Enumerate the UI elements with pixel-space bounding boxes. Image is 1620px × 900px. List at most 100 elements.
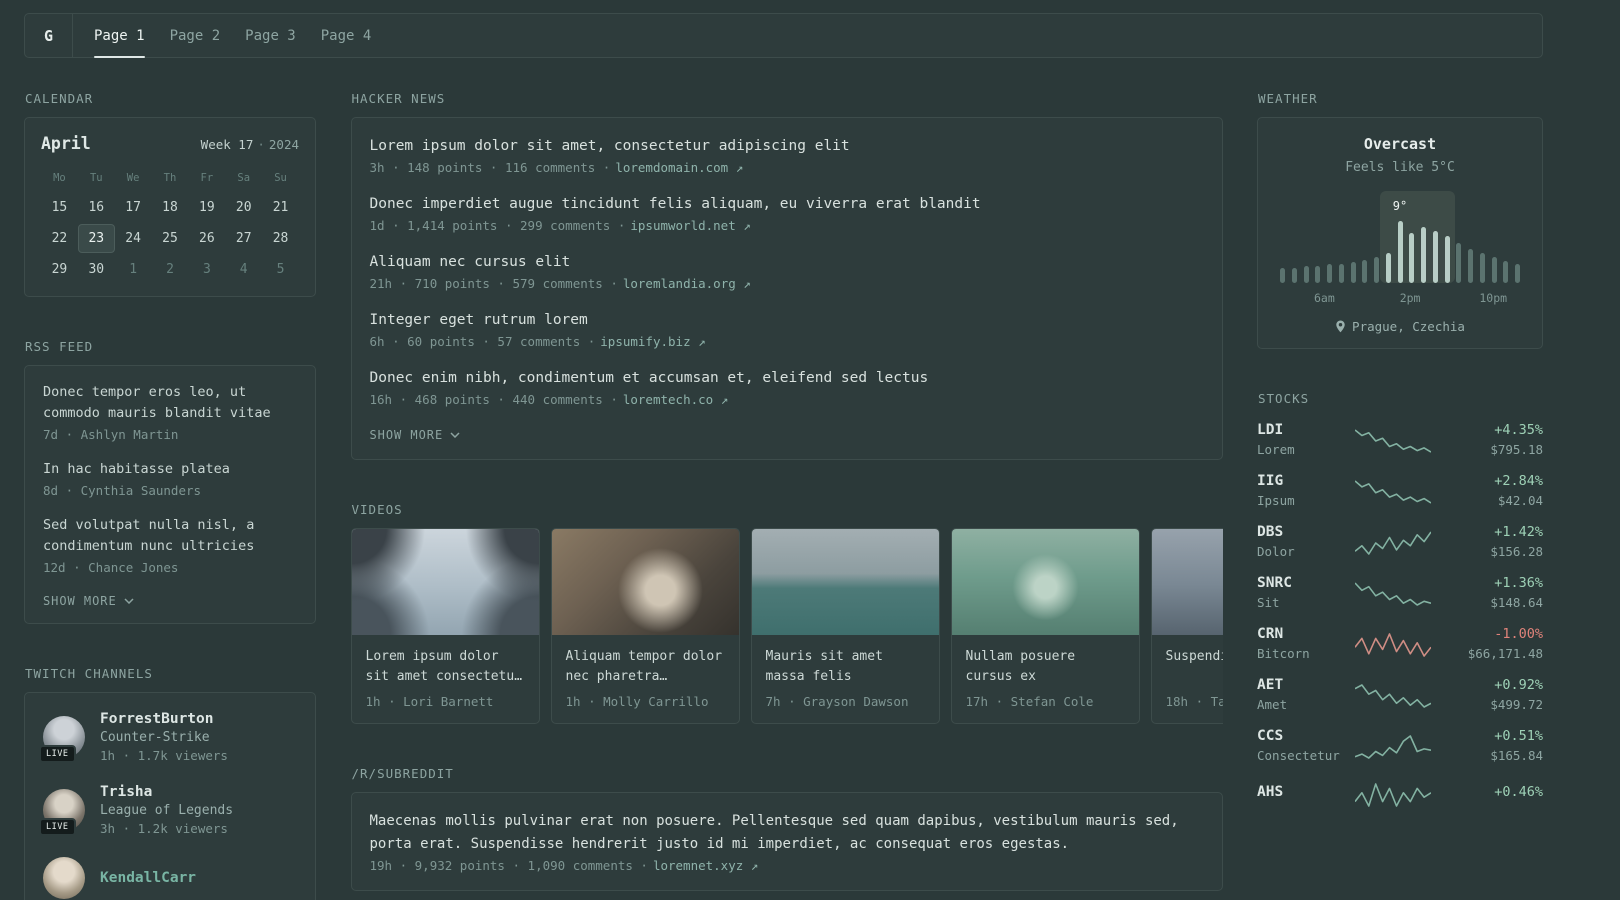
subreddit-post-title[interactable]: Maecenas mollis pulvinar erat non posuer… [370,810,1204,855]
stock-price: $148.64 [1490,595,1543,610]
calendar-week: Week 17 [200,137,254,152]
hn-item-domain-link[interactable]: ipsumify.biz ↗ [600,334,705,349]
weather-bar [1515,264,1520,283]
rss-item-title[interactable]: Donec tempor eros leo, ut commodo mauris… [43,382,297,424]
weather-bar [1291,268,1297,283]
calendar-weekday: Sa [237,172,251,184]
twitch-channel-row[interactable]: LIVE Trisha League of Legends 3h · 1.2k … [39,784,297,836]
weather-bar [1479,253,1485,283]
twitch-channel-row[interactable]: LIVE ForrestBurton Counter-Strike 1h · 1… [39,711,297,763]
stock-identity: IIG Ipsum [1257,473,1355,508]
video-body: Lorem ipsum dolor sit amet consectetu… 1… [352,635,539,723]
stock-change: +1.36% [1494,575,1543,591]
stock-row[interactable]: CCS Consectetur +0.51% $165.84 [1257,728,1543,763]
hn-item-title[interactable]: Donec imperdiet augue tincidunt felis al… [370,194,1204,215]
stock-identity: AHS [1257,784,1355,804]
hn-item-domain-link[interactable]: loremdomain.com ↗ [615,160,743,175]
video-card[interactable]: Nullam posuere cursus ex 17h · Stefan Co… [950,528,1140,725]
hn-item-domain-link[interactable]: loremlandia.org ↗ [623,276,751,291]
hn-show-more-button[interactable]: SHOW MORE [370,428,461,442]
weather-time-label: 2pm [1399,291,1421,305]
twitch-channel-row[interactable]: KendallCarr [43,856,297,899]
stock-name: Lorem [1257,442,1295,457]
video-card[interactable]: Lorem ipsum dolor sit amet consectetu… 1… [350,528,540,725]
weather-location[interactable]: Prague, Czechia [1274,319,1526,334]
subreddit-domain: loremnet.xyz [652,858,744,874]
video-body: Aliquam tempor dolor nec pharetra… 1h · … [552,635,739,723]
right-column: WEATHER Overcast Feels like 5°C 9° 6am 2… [1257,91,1543,851]
video-thumbnail [1151,529,1223,636]
channel-name[interactable]: Trisha [100,784,233,800]
channel-name[interactable]: KendallCarr [100,870,196,886]
stock-row[interactable]: AHS +0.46% [1257,779,1543,809]
stock-sparkline [1355,479,1431,504]
stock-symbol: CRN [1257,626,1284,642]
stocks-list: LDI Lorem +4.35% $795.18 IIG Ipsum +2.84… [1257,422,1543,809]
tab-page-4[interactable]: Page 4 [321,14,372,57]
hn-item: Donec imperdiet augue tincidunt felis al… [370,194,1204,233]
channel-game[interactable]: Counter-Strike [100,730,228,745]
dot-separator: · [257,137,265,152]
calendar-day: 29 [51,262,68,277]
hn-item-domain-link[interactable]: ipsumworld.net ↗ [630,218,750,233]
stock-row[interactable]: CRN Bitcorn -1.00% $66,171.48 [1257,626,1543,661]
stock-name: Sit [1257,595,1280,610]
rss-show-more-button[interactable]: SHOW MORE [43,594,134,608]
hn-item: Donec enim nibh, condimentum et accumsan… [370,368,1204,407]
external-link-icon: ↗ [743,276,751,292]
subreddit-domain-link[interactable]: loremnet.xyz ↗ [653,858,758,873]
rss-item: In hac habitasse platea 8d · Cynthia Sau… [43,459,297,498]
stock-symbol: CCS [1257,728,1284,744]
video-card[interactable]: Suspendisse diam 18h · Tara [1150,528,1223,725]
video-meta: 17h · Stefan Cole [965,694,1094,710]
weather-bar [1362,260,1368,283]
stock-price: $795.18 [1490,442,1543,457]
video-meta: 1h · Molly Carrillo [565,694,709,710]
stock-change: -1.00% [1494,626,1543,642]
channel-game[interactable]: League of Legends [100,803,233,818]
calendar-card: April Week 17 · 2024 Mo Tu We Th Fr Sa Su 15 16 17… [24,117,316,297]
stock-row[interactable]: DBS Dolor +1.42% $156.28 [1257,524,1543,559]
stock-name: Dolor [1257,544,1295,559]
hn-item-domain: ipsumworld.net [630,218,736,234]
app-logo[interactable]: G [25,14,73,57]
subreddit-widget: /R/SUBREDDIT Maecenas mollis pulvinar er… [350,766,1223,892]
channel-name[interactable]: ForrestBurton [100,711,228,727]
tab-page-3[interactable]: Page 3 [245,14,296,57]
external-link-icon: ↗ [698,334,706,350]
calendar-day: 5 [276,262,285,277]
channel-viewers: 1h · 1.7k viewers [100,747,228,763]
tab-page-1[interactable]: Page 1 [94,14,145,58]
external-link-icon: ↗ [720,392,729,408]
dashboard-columns: CALENDAR April Week 17 · 2024 Mo Tu We Th Fr Sa… [24,91,1543,900]
stock-symbol: DBS [1257,524,1284,540]
subreddit-label: /R/SUBREDDIT [351,766,454,782]
hn-item-title[interactable]: Integer eget rutrum lorem [370,310,1204,331]
stock-row[interactable]: IIG Ipsum +2.84% $42.04 [1257,473,1543,508]
calendar-day: 19 [199,200,215,215]
hn-item-title[interactable]: Lorem ipsum dolor sit amet, consectetur … [370,136,1204,157]
weather-label: WEATHER [1258,91,1318,106]
rss-item-meta: 7d · Ashlyn Martin [43,426,179,442]
tab-page-2[interactable]: Page 2 [170,14,221,57]
hn-item-meta: 6h · 60 points · 57 comments · ipsumify.b… [370,334,1204,349]
stock-change: +0.92% [1494,677,1543,693]
hn-item-domain-link[interactable]: loremtech.co ↗ [623,392,728,407]
hn-item-title[interactable]: Donec enim nibh, condimentum et accumsan… [370,368,1204,389]
stock-row[interactable]: LDI Lorem +4.35% $795.18 [1257,422,1543,457]
hn-item-stats: 3h · 148 points · 116 comments · [369,160,611,176]
calendar-day: 21 [272,200,289,215]
rss-item-title[interactable]: In hac habitasse platea [43,459,297,480]
stock-price: $165.84 [1490,748,1543,763]
hn-item-title[interactable]: Aliquam nec cursus elit [370,252,1204,273]
rss-item-title[interactable]: Sed volutpat nulla nisl, a condimentum n… [43,515,297,557]
calendar-weekday: Mo [53,172,66,184]
calendar-day: 1 [129,262,138,277]
weather-bar [1397,221,1403,283]
hn-item-stats: 1d · 1,414 points · 299 comments · [369,218,626,234]
video-card[interactable]: Mauris sit amet massa felis 7h · Grayson… [750,528,940,725]
stock-row[interactable]: SNRC Sit +1.36% $148.64 [1257,575,1543,610]
location-pin-icon [1336,320,1345,333]
video-card[interactable]: Aliquam tempor dolor nec pharetra… 1h · … [550,528,740,725]
stock-row[interactable]: AET Amet +0.92% $499.72 [1257,677,1543,712]
